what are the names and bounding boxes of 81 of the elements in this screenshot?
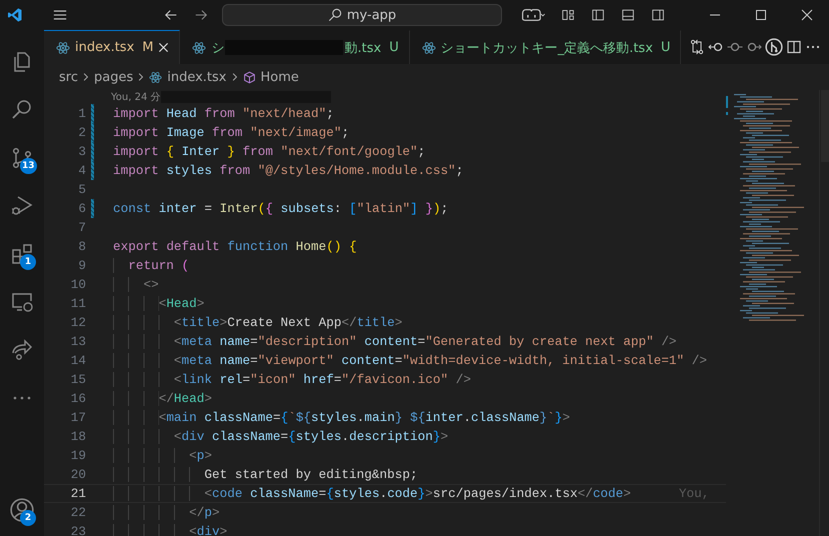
code-line: import Head from "next/head"; [113, 106, 334, 121]
line-number: 7 [77, 220, 86, 235]
account-icon[interactable] [9, 497, 35, 523]
code-line: import Image from "next/image"; [113, 125, 350, 140]
line-number: 17 [70, 410, 86, 425]
code-line: <p> [113, 448, 212, 463]
line-number: 13 [70, 334, 86, 349]
line-number: 9 [77, 258, 86, 273]
search-icon [328, 8, 342, 22]
code-line: import { Inter } from "next/font/google"; [113, 144, 426, 159]
code-line: <link rel="icon" href="/favicon.ico" /> [113, 372, 471, 387]
line-number: 3 [77, 144, 86, 159]
code-line: </p> [113, 505, 220, 520]
close-icon[interactable] [158, 42, 170, 53]
chevron-right-icon [232, 72, 238, 82]
code-line: <meta name="viewport" content="width=device-width, initial-scale=1" /> [113, 353, 707, 368]
breadcrumb-item[interactable]: index.tsx [167, 70, 226, 84]
code-line: <div className={styles.description}> [113, 429, 448, 444]
notification-badge: 13 [20, 158, 37, 174]
code-line: export default function Home() { [113, 239, 357, 254]
line-number: 6 [77, 201, 86, 216]
secondary-sidebar-icon[interactable] [650, 7, 666, 23]
line-number: 10 [70, 277, 86, 292]
breadcrumb-item[interactable]: Home [260, 70, 299, 84]
react-atom-icon [149, 70, 162, 84]
code-line: <main className={`${styles.main} ${inter.className}`}> [113, 410, 570, 425]
line-number: 8 [77, 239, 86, 254]
cube-icon [242, 70, 256, 84]
code-line: Get started by editing&nbsp; [113, 467, 418, 482]
react-atom-icon [422, 40, 436, 54]
line-number: 15 [70, 372, 86, 387]
line-number: 23 [70, 524, 86, 536]
editor-tab[interactable]: index.tsx M [44, 30, 180, 64]
command-search-field[interactable]: my-app [222, 4, 502, 26]
close-icon[interactable] [801, 9, 814, 21]
line-number: 18 [70, 429, 86, 444]
source-control-icon[interactable] [10, 146, 34, 170]
line-number: 20 [70, 467, 86, 482]
code-line: const inter = Inter({ subsets: ["latin"] }); [113, 201, 448, 216]
code-line: <code className={styles.code}>src/pages/index.tsx</code> [113, 486, 631, 501]
line-number: 16 [70, 391, 86, 406]
blame-annotation: You, 24 分 [111, 91, 160, 104]
line-number: 21 [70, 486, 86, 501]
line-number: 2 [77, 125, 86, 140]
code-line: import styles from "@/styles/Home.module.css"; [113, 163, 464, 178]
line-number: 4 [77, 163, 86, 178]
primary-sidebar-icon[interactable] [590, 7, 605, 23]
line-number: 1 [77, 106, 86, 121]
panel-icon[interactable] [620, 7, 635, 23]
layout-icon[interactable] [560, 7, 575, 23]
line-number: 5 [77, 182, 86, 197]
split-editor-icon[interactable] [786, 39, 802, 55]
react-atom-icon [56, 40, 70, 54]
extensions-icon[interactable] [10, 242, 34, 266]
editor-tab[interactable]: ショートカットキー_定義へ移動.tsx U [410, 30, 682, 64]
notification-badge: 2 [20, 510, 36, 526]
line-number: 12 [70, 315, 86, 330]
code-line: <title>Create Next App</title> [113, 315, 402, 330]
code-line: <> [113, 277, 159, 292]
copilot-icon[interactable] [520, 7, 545, 23]
line-number: 22 [70, 505, 86, 520]
code-line: <Head> [113, 296, 204, 311]
maximize-icon[interactable] [755, 9, 768, 21]
chevron-right-icon [82, 72, 89, 82]
breadcrumb-item[interactable]: src [59, 70, 78, 84]
notification-badge: 1 [20, 254, 36, 270]
line-number: 11 [70, 296, 86, 311]
breadcrumb-item[interactable]: pages [94, 70, 134, 84]
share-arrow-icon[interactable] [10, 338, 34, 362]
code-line: <div> [113, 524, 228, 536]
vscode-logo-icon [7, 6, 23, 24]
react-atom-icon [192, 40, 206, 54]
line-number: 14 [70, 353, 86, 368]
git-graph-icon[interactable] [765, 38, 784, 56]
code-line: return ( [113, 258, 190, 273]
blame-annotation: You, [678, 486, 710, 501]
code-line: </Head> [113, 391, 212, 406]
code-line: <meta name="description" content="Generated by create next app" /> [113, 334, 677, 349]
chevron-right-icon [138, 72, 144, 82]
compare-changes-icon[interactable] [689, 39, 706, 55]
line-number: 19 [70, 448, 86, 463]
